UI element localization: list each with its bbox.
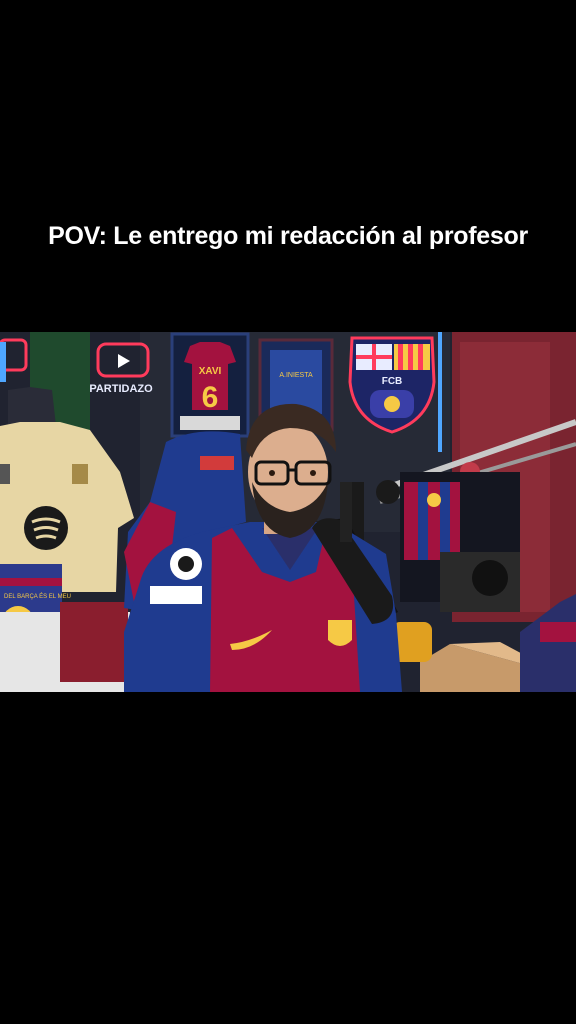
box-text: DEL BARÇA ÉS EL MEU [4, 593, 71, 600]
jersey-name: XAVI [199, 366, 222, 377]
neon-sign-text: PARTIDAZO [89, 383, 153, 395]
video-frame: PARTIDAZO XAVI 6 A.INIESTA FCB DEL BARÇA… [0, 332, 576, 692]
crest-text: FCB [382, 376, 403, 387]
jersey-number: 6 [202, 381, 219, 414]
desk-device [60, 602, 128, 682]
caption-text: POV: Le entrego mi redacción al profesor [48, 222, 528, 250]
framed-jersey-xavi: XAVI 6 [170, 332, 250, 438]
frame2-name: A.INIESTA [279, 372, 313, 379]
